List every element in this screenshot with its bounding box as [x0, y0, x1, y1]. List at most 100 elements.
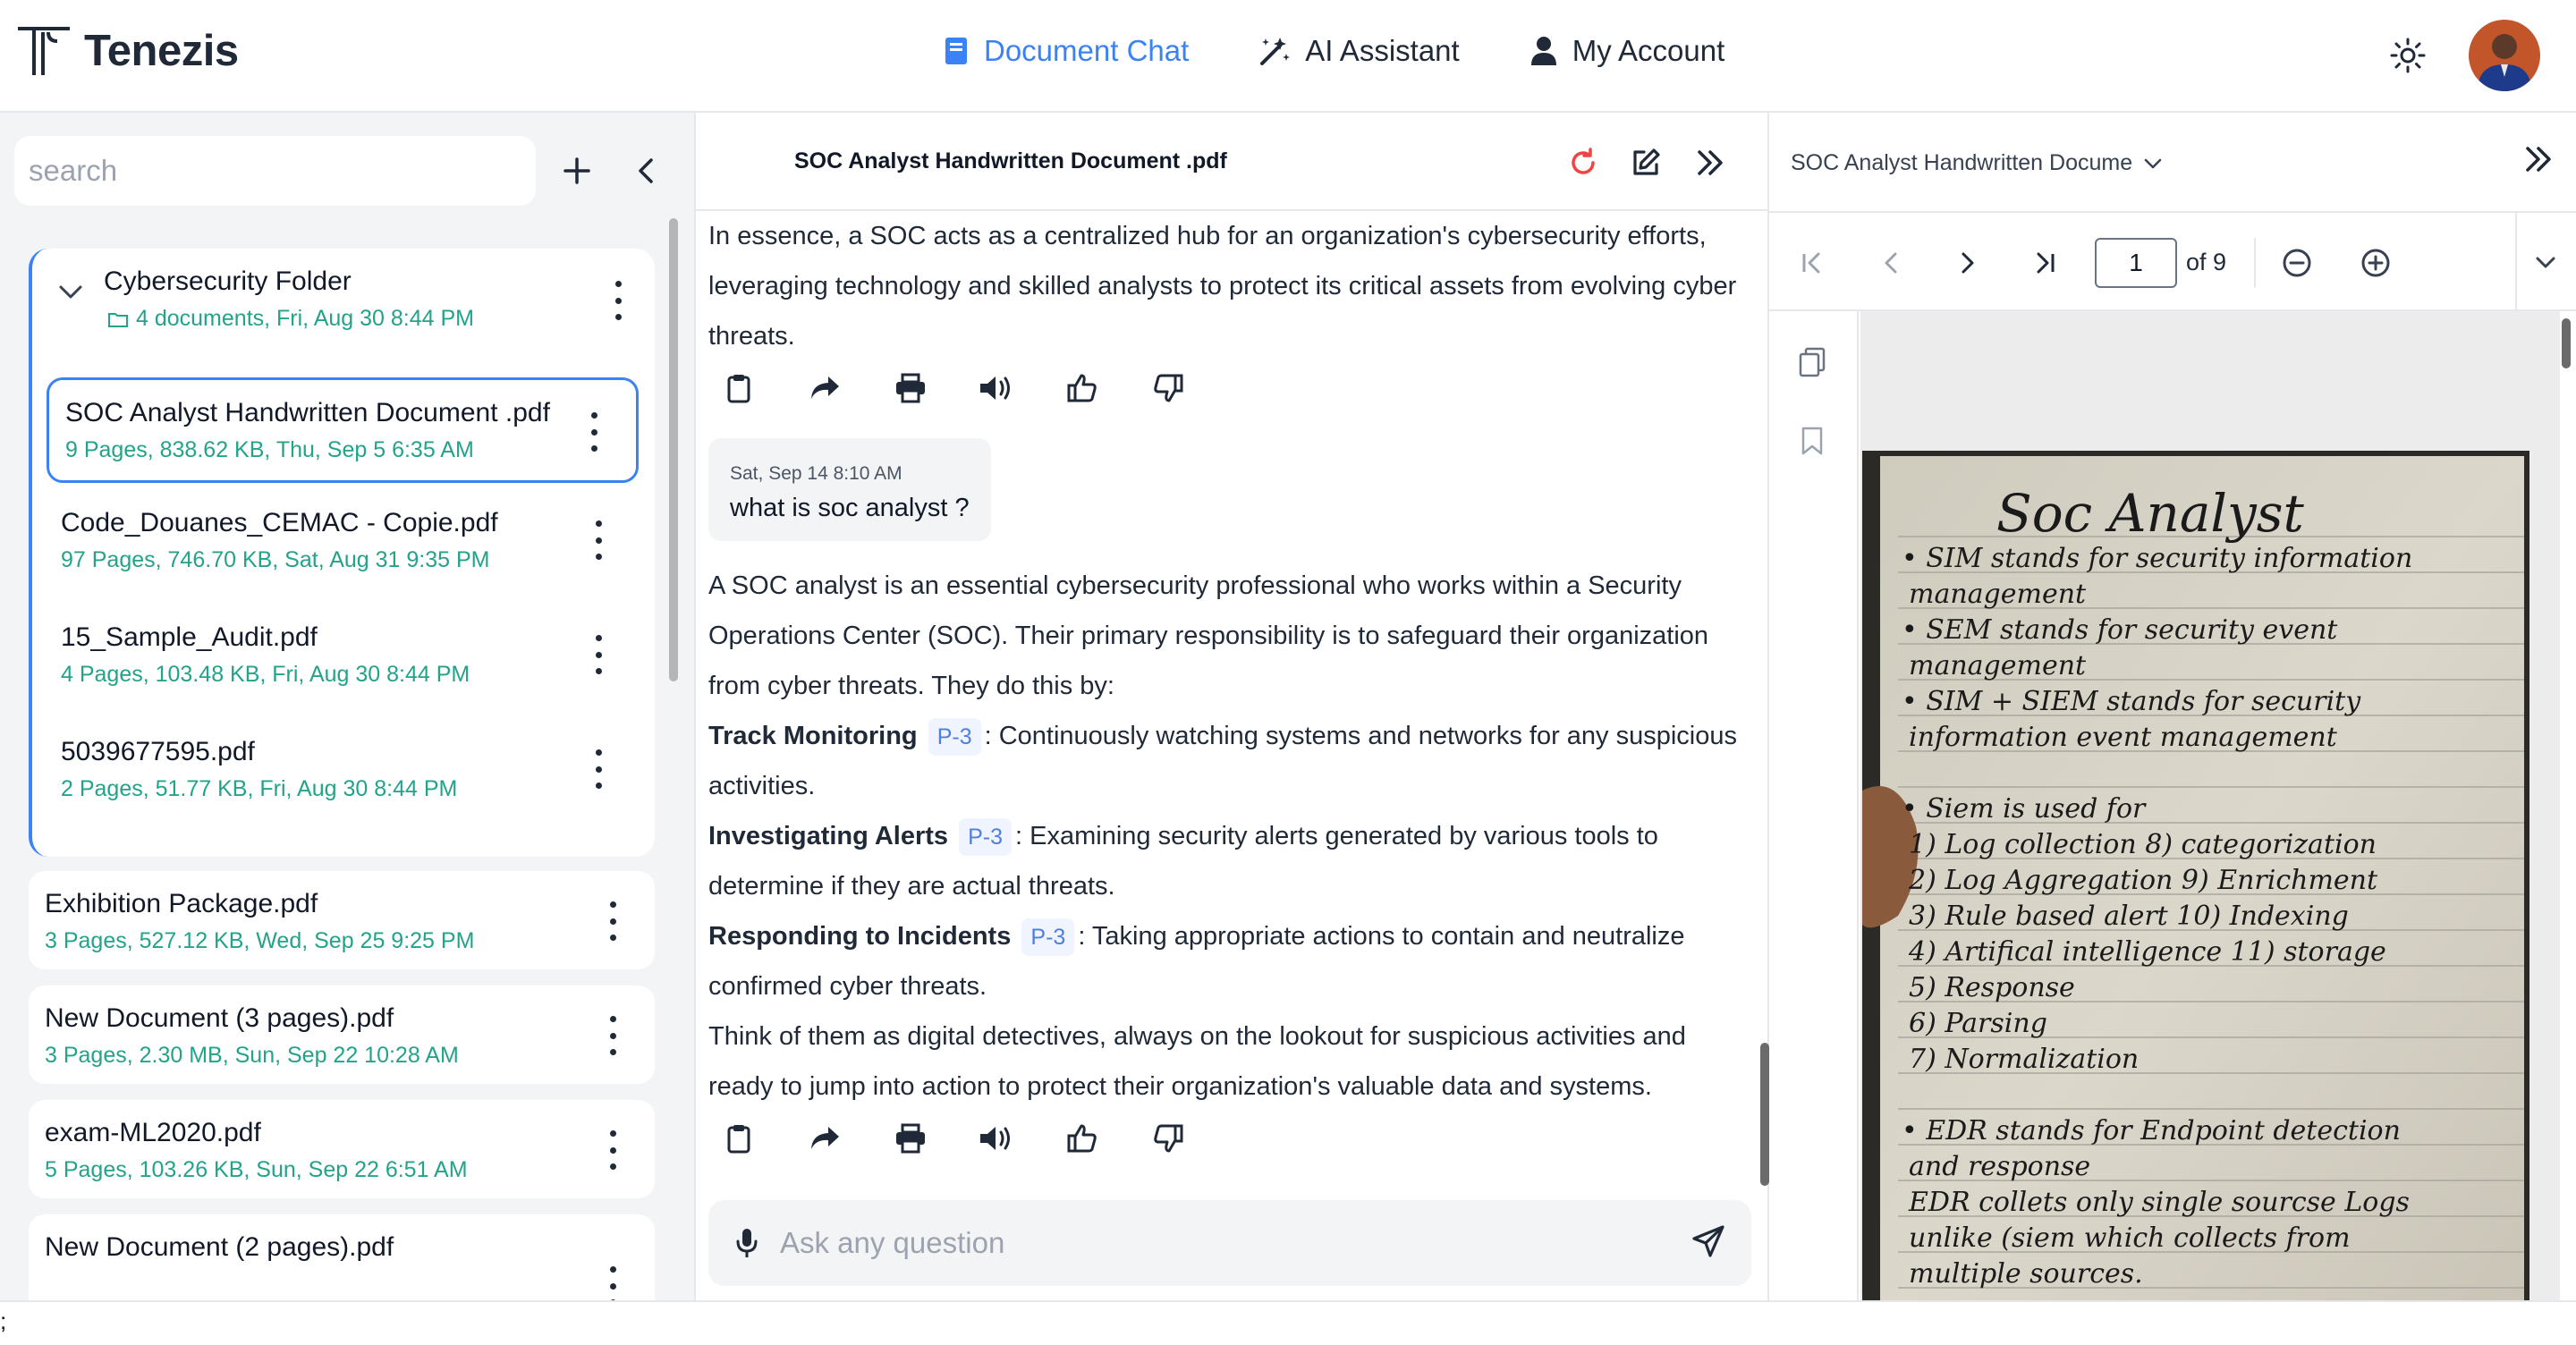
list-item[interactable]: 15_Sample_Audit.pdf 4 Pages, 103.48 KB, … [45, 605, 640, 703]
next-page-button[interactable] [1948, 243, 1987, 283]
doc-menu-button[interactable] [606, 1130, 619, 1170]
list-item[interactable]: Code_Douanes_CEMAC - Copie.pdf 97 Pages,… [45, 490, 640, 588]
viewer-doc-title: SOC Analyst Handwritten Docume [1791, 150, 2133, 175]
answer-point: Investigating Alerts P-3: Examining secu… [708, 811, 1739, 911]
last-page-button[interactable] [2025, 243, 2064, 283]
print-button[interactable] [891, 1119, 930, 1158]
speaker-icon [980, 1127, 1010, 1150]
print-icon [896, 1123, 925, 1154]
print-button[interactable] [891, 368, 930, 408]
doc-menu-button[interactable] [606, 1266, 619, 1300]
copy-button[interactable] [719, 368, 758, 408]
page-total: of 9 [2186, 249, 2227, 275]
answer-point: Track Monitoring P-3: Continuously watch… [708, 711, 1739, 811]
notebook-line: multiple sources. [1909, 1258, 2143, 1290]
copy-button[interactable] [719, 1119, 758, 1158]
toolbar-divider [2515, 213, 2517, 311]
chat-messages: In essence, a SOC acts as a centralized … [708, 211, 1739, 1195]
page-citation-chip[interactable]: P-3 [1021, 918, 1075, 956]
doc-menu-button[interactable] [592, 520, 605, 560]
chevron-down-icon[interactable] [57, 283, 84, 300]
sidebar-scrollbar-thumb[interactable] [669, 218, 678, 681]
logo[interactable]: Tenezis [16, 23, 239, 79]
notebook-line: EDR collets only single sourcse Logs [1908, 1187, 2410, 1218]
double-chevron-right-icon [2526, 147, 2551, 172]
refresh-button[interactable] [1563, 143, 1603, 182]
chat-panel: SOC Analyst Handwritten Document .pdf In… [694, 113, 1769, 1300]
read-aloud-button[interactable] [977, 1119, 1016, 1158]
folder-title: Cybersecurity Folder [104, 266, 352, 296]
edit-icon [1633, 148, 1660, 175]
viewer-scrollbar-thumb[interactable] [2562, 318, 2571, 368]
share-button[interactable] [805, 1119, 844, 1158]
sun-icon[interactable] [2388, 36, 2428, 75]
list-item[interactable]: New Document (2 pages).pdf [29, 1214, 655, 1300]
share-button[interactable] [805, 368, 844, 408]
avatar[interactable] [2469, 20, 2540, 91]
send-button[interactable] [1690, 1223, 1730, 1263]
list-item[interactable]: exam-ML2020.pdf 5 Pages, 103.26 KB, Sun,… [29, 1100, 655, 1198]
send-icon [1692, 1225, 1724, 1257]
document-selector[interactable]: SOC Analyst Handwritten Docume [1791, 150, 2163, 176]
thumbs-up-button[interactable] [1063, 1119, 1102, 1158]
ask-question-input[interactable] [780, 1220, 1657, 1266]
expand-panel-button[interactable] [1690, 143, 1730, 182]
add-document-button[interactable] [555, 148, 599, 193]
page-number-input[interactable] [2095, 238, 2177, 288]
clipboard-icon [727, 375, 750, 403]
list-item[interactable]: 5039677595.pdf 2 Pages, 51.77 KB, Fri, A… [45, 719, 640, 817]
notebook-heading: Soc Analyst [1996, 483, 2304, 544]
doc-meta: 9 Pages, 838.62 KB, Thu, Sep 5 6:35 AM [65, 437, 474, 462]
assistant-answer-intro: A SOC analyst is an essential cybersecur… [708, 571, 1709, 700]
magic-wand-icon [1260, 38, 1291, 65]
more-options-button[interactable] [2526, 243, 2565, 283]
collapse-viewer-button[interactable] [2522, 145, 2555, 178]
microphone-icon[interactable] [735, 1227, 758, 1259]
thumbnails-button[interactable] [1798, 347, 1826, 382]
doc-meta: 3 Pages, 527.12 KB, Wed, Sep 25 9:25 PM [45, 928, 475, 953]
point-term: Track Monitoring [708, 722, 918, 750]
doc-menu-button[interactable] [592, 749, 605, 789]
zoom-out-icon [2283, 249, 2311, 277]
page-citation-chip[interactable]: P-3 [928, 718, 981, 756]
thumbs-down-button[interactable] [1148, 1119, 1188, 1158]
bookmark-icon [1801, 427, 1823, 455]
stray-glyph: ; [0, 1307, 7, 1334]
refresh-icon [1572, 148, 1595, 174]
list-item[interactable]: Exhibition Package.pdf 3 Pages, 527.12 K… [29, 871, 655, 969]
chat-scrollbar-thumb[interactable] [1760, 1043, 1769, 1186]
first-page-button[interactable] [1792, 243, 1832, 283]
user-message: Sat, Sep 14 8:10 AM what is soc analyst … [708, 438, 991, 541]
nav-my-account[interactable]: My Account [1530, 34, 1724, 68]
page-citation-chip[interactable]: P-3 [959, 818, 1013, 856]
share-icon [811, 1127, 839, 1149]
chat-title: SOC Analyst Handwritten Document .pdf [794, 148, 1227, 173]
thumbs-down-icon [1154, 374, 1183, 402]
nav-document-chat[interactable]: Document Chat [943, 34, 1189, 68]
read-aloud-button[interactable] [977, 368, 1016, 408]
edit-button[interactable] [1626, 143, 1665, 182]
pdf-page-area[interactable]: Soc Analyst • SIM stands for security in… [1860, 311, 2560, 1300]
zoom-out-button[interactable] [2277, 243, 2317, 283]
doc-menu-button[interactable] [606, 1016, 619, 1055]
chevron-right-icon [1962, 252, 1974, 274]
thumbs-up-button[interactable] [1063, 368, 1102, 408]
doc-menu-button[interactable] [592, 635, 605, 674]
bookmarks-button[interactable] [1800, 426, 1825, 461]
notebook-line: • SIM + SIEM stands for security [1902, 686, 2361, 717]
folder-menu-button[interactable] [612, 281, 624, 320]
previous-page-button[interactable] [1871, 243, 1911, 283]
collapse-sidebar-button[interactable] [624, 148, 669, 193]
doc-menu-button[interactable] [588, 412, 600, 452]
thumbs-up-icon [1067, 1124, 1097, 1153]
zoom-in-button[interactable] [2356, 243, 2395, 283]
folder-header[interactable]: Cybersecurity Folder 4 documents, Fri, A… [32, 249, 655, 347]
list-item[interactable]: New Document (3 pages).pdf 3 Pages, 2.30… [29, 985, 655, 1084]
notebook-line: 1) Log collection 8) categorization [1909, 829, 2377, 860]
nav-ai-assistant[interactable]: AI Assistant [1258, 34, 1460, 68]
list-item-selected[interactable]: SOC Analyst Handwritten Document .pdf 9 … [47, 377, 639, 483]
last-page-icon [2037, 252, 2055, 274]
search-input[interactable] [14, 136, 536, 206]
thumbs-down-button[interactable] [1148, 368, 1188, 408]
doc-menu-button[interactable] [606, 901, 619, 941]
